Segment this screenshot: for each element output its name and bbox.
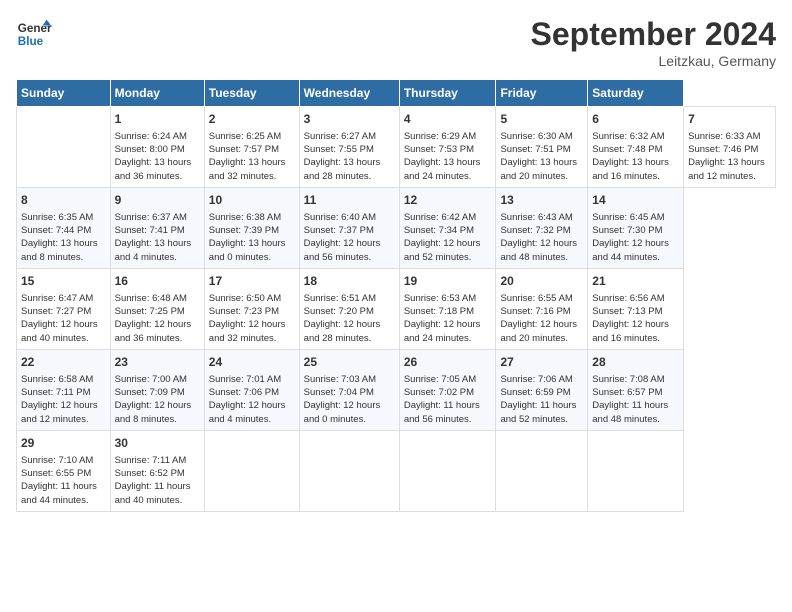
day-number: 11 <box>304 192 395 209</box>
calendar-cell: 20Sunrise: 6:55 AMSunset: 7:16 PMDayligh… <box>496 268 588 349</box>
month-title: September 2024 <box>531 16 776 53</box>
day-number: 12 <box>404 192 492 209</box>
day-number: 25 <box>304 354 395 371</box>
calendar-cell: 16Sunrise: 6:48 AMSunset: 7:25 PMDayligh… <box>110 268 204 349</box>
header-friday: Friday <box>496 80 588 107</box>
calendar-cell: 22Sunrise: 6:58 AMSunset: 7:11 PMDayligh… <box>17 349 111 430</box>
calendar-table: SundayMondayTuesdayWednesdayThursdayFrid… <box>16 79 776 512</box>
calendar-cell <box>399 430 496 511</box>
day-number: 24 <box>209 354 295 371</box>
logo: General Blue <box>16 16 52 52</box>
day-number: 17 <box>209 273 295 290</box>
calendar-cell: 25Sunrise: 7:03 AMSunset: 7:04 PMDayligh… <box>299 349 399 430</box>
calendar-cell <box>299 430 399 511</box>
day-number: 13 <box>500 192 583 209</box>
calendar-cell: 7Sunrise: 6:33 AMSunset: 7:46 PMDaylight… <box>684 107 776 188</box>
location: Leitzkau, Germany <box>531 53 776 69</box>
week-row-0: 1Sunrise: 6:24 AMSunset: 8:00 PMDaylight… <box>17 107 776 188</box>
day-number: 1 <box>115 111 200 128</box>
calendar-cell: 6Sunrise: 6:32 AMSunset: 7:48 PMDaylight… <box>588 107 684 188</box>
week-row-3: 22Sunrise: 6:58 AMSunset: 7:11 PMDayligh… <box>17 349 776 430</box>
calendar-cell: 12Sunrise: 6:42 AMSunset: 7:34 PMDayligh… <box>399 187 496 268</box>
day-number: 23 <box>115 354 200 371</box>
calendar-body: 1Sunrise: 6:24 AMSunset: 8:00 PMDaylight… <box>17 107 776 512</box>
header-tuesday: Tuesday <box>204 80 299 107</box>
week-row-1: 8Sunrise: 6:35 AMSunset: 7:44 PMDaylight… <box>17 187 776 268</box>
calendar-cell: 2Sunrise: 6:25 AMSunset: 7:57 PMDaylight… <box>204 107 299 188</box>
day-number: 29 <box>21 435 106 452</box>
header-saturday: Saturday <box>588 80 684 107</box>
header-thursday: Thursday <box>399 80 496 107</box>
day-number: 28 <box>592 354 679 371</box>
calendar-cell: 1Sunrise: 6:24 AMSunset: 8:00 PMDaylight… <box>110 107 204 188</box>
day-number: 7 <box>688 111 771 128</box>
day-number: 5 <box>500 111 583 128</box>
header-sunday: Sunday <box>17 80 111 107</box>
week-row-2: 15Sunrise: 6:47 AMSunset: 7:27 PMDayligh… <box>17 268 776 349</box>
day-number: 19 <box>404 273 492 290</box>
day-number: 9 <box>115 192 200 209</box>
calendar-cell <box>17 107 111 188</box>
logo-icon: General Blue <box>16 16 52 52</box>
calendar-cell: 14Sunrise: 6:45 AMSunset: 7:30 PMDayligh… <box>588 187 684 268</box>
day-number: 2 <box>209 111 295 128</box>
calendar-cell: 28Sunrise: 7:08 AMSunset: 6:57 PMDayligh… <box>588 349 684 430</box>
day-number: 27 <box>500 354 583 371</box>
calendar-cell: 5Sunrise: 6:30 AMSunset: 7:51 PMDaylight… <box>496 107 588 188</box>
calendar-cell <box>204 430 299 511</box>
day-number: 30 <box>115 435 200 452</box>
day-number: 20 <box>500 273 583 290</box>
day-number: 8 <box>21 192 106 209</box>
calendar-header-row: SundayMondayTuesdayWednesdayThursdayFrid… <box>17 80 776 107</box>
day-number: 21 <box>592 273 679 290</box>
calendar-cell: 10Sunrise: 6:38 AMSunset: 7:39 PMDayligh… <box>204 187 299 268</box>
calendar-cell: 3Sunrise: 6:27 AMSunset: 7:55 PMDaylight… <box>299 107 399 188</box>
calendar-cell: 21Sunrise: 6:56 AMSunset: 7:13 PMDayligh… <box>588 268 684 349</box>
calendar-cell: 30Sunrise: 7:11 AMSunset: 6:52 PMDayligh… <box>110 430 204 511</box>
calendar-cell: 27Sunrise: 7:06 AMSunset: 6:59 PMDayligh… <box>496 349 588 430</box>
calendar-cell <box>588 430 684 511</box>
day-number: 14 <box>592 192 679 209</box>
calendar-cell: 9Sunrise: 6:37 AMSunset: 7:41 PMDaylight… <box>110 187 204 268</box>
calendar-cell: 23Sunrise: 7:00 AMSunset: 7:09 PMDayligh… <box>110 349 204 430</box>
calendar-cell: 4Sunrise: 6:29 AMSunset: 7:53 PMDaylight… <box>399 107 496 188</box>
day-number: 15 <box>21 273 106 290</box>
header-monday: Monday <box>110 80 204 107</box>
day-number: 22 <box>21 354 106 371</box>
calendar-cell: 26Sunrise: 7:05 AMSunset: 7:02 PMDayligh… <box>399 349 496 430</box>
calendar-cell: 24Sunrise: 7:01 AMSunset: 7:06 PMDayligh… <box>204 349 299 430</box>
calendar-cell: 15Sunrise: 6:47 AMSunset: 7:27 PMDayligh… <box>17 268 111 349</box>
day-number: 4 <box>404 111 492 128</box>
header-wednesday: Wednesday <box>299 80 399 107</box>
day-number: 3 <box>304 111 395 128</box>
calendar-cell: 18Sunrise: 6:51 AMSunset: 7:20 PMDayligh… <box>299 268 399 349</box>
calendar-cell <box>496 430 588 511</box>
calendar-cell: 13Sunrise: 6:43 AMSunset: 7:32 PMDayligh… <box>496 187 588 268</box>
calendar-cell: 29Sunrise: 7:10 AMSunset: 6:55 PMDayligh… <box>17 430 111 511</box>
day-number: 18 <box>304 273 395 290</box>
day-number: 6 <box>592 111 679 128</box>
calendar-cell: 8Sunrise: 6:35 AMSunset: 7:44 PMDaylight… <box>17 187 111 268</box>
day-number: 10 <box>209 192 295 209</box>
page-header: General Blue September 2024 Leitzkau, Ge… <box>16 16 776 69</box>
calendar-cell: 17Sunrise: 6:50 AMSunset: 7:23 PMDayligh… <box>204 268 299 349</box>
day-number: 26 <box>404 354 492 371</box>
day-number: 16 <box>115 273 200 290</box>
week-row-4: 29Sunrise: 7:10 AMSunset: 6:55 PMDayligh… <box>17 430 776 511</box>
calendar-cell: 11Sunrise: 6:40 AMSunset: 7:37 PMDayligh… <box>299 187 399 268</box>
title-block: September 2024 Leitzkau, Germany <box>531 16 776 69</box>
calendar-cell: 19Sunrise: 6:53 AMSunset: 7:18 PMDayligh… <box>399 268 496 349</box>
svg-text:Blue: Blue <box>18 35 44 48</box>
